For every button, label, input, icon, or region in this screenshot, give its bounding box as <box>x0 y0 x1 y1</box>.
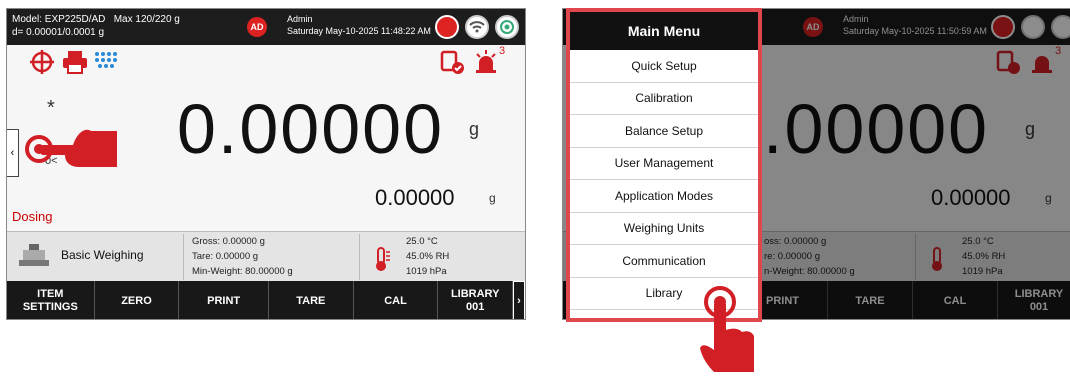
menu-item-quick-setup[interactable]: Quick Setup <box>570 50 758 83</box>
next-page-button[interactable]: › <box>513 281 525 319</box>
model-line: Model: EXP225D/AD Max 120/220 g <box>12 14 180 25</box>
pressure: 1019 hPa <box>406 266 447 277</box>
cal-button[interactable]: CAL <box>354 281 439 319</box>
toolbar-icons: 3 <box>7 45 525 80</box>
menu-item-calibration[interactable]: Calibration <box>570 83 758 115</box>
usb-icon[interactable] <box>435 15 459 39</box>
application-status: Dosing <box>12 209 53 224</box>
balance-icon <box>19 244 49 266</box>
left-panel-toggle[interactable]: ‹ <box>7 129 19 177</box>
menu-item-user-management[interactable]: User Management <box>570 148 758 180</box>
keypad-icon[interactable] <box>93 49 117 78</box>
min-weight: Min-Weight: 80.00000 g <box>192 266 293 277</box>
hand-pointer-icon <box>21 115 121 180</box>
print-button[interactable]: PRINT <box>179 281 269 319</box>
secondary-unit: g <box>489 191 496 205</box>
main-menu: Main Menu Quick Setup Calibration Balanc… <box>566 8 762 322</box>
record-icon-glyph <box>500 20 514 34</box>
mode-label: Basic Weighing <box>61 248 144 262</box>
status-bar: Model: EXP225D/AD Max 120/220 g d= 0.0000… <box>7 9 525 45</box>
record-icon[interactable] <box>495 15 519 39</box>
target-icon[interactable] <box>29 49 55 80</box>
menu-item-weighing-units[interactable]: Weighing Units <box>570 213 758 245</box>
user-info: Admin Saturday May-10-2025 11:48:22 AM <box>287 13 431 37</box>
temperature: 25.0 °C <box>406 236 438 247</box>
application-mode[interactable]: Basic Weighing <box>17 242 144 268</box>
item-settings-button[interactable]: ITEM SETTINGS <box>7 281 95 319</box>
tare-weight: Tare: 0.00000 g <box>192 251 259 262</box>
menu-item-communication[interactable]: Communication <box>570 245 758 278</box>
primary-weight: 0.00000 <box>177 90 445 168</box>
user-name: Admin <box>287 14 313 24</box>
softkey-bar: ITEM SETTINGS ZERO PRINT TARE CAL LIBRAR… <box>7 281 525 319</box>
primary-unit: g <box>469 119 480 139</box>
environment-data: 25.0 °C 45.0% RH 1019 hPa <box>359 234 449 280</box>
menu-item-balance-setup[interactable]: Balance Setup <box>570 115 758 148</box>
gross-weight: Gross: 0.00000 g <box>192 236 265 247</box>
datetime: Saturday May-10-2025 11:48:22 AM <box>287 26 431 36</box>
tare-button[interactable]: TARE <box>269 281 354 319</box>
alarm-count: 3 <box>499 45 506 57</box>
resolution-line: d= 0.00001/0.0001 g <box>12 27 105 38</box>
printer-icon[interactable] <box>61 49 89 80</box>
menu-item-application-modes[interactable]: Application Modes <box>570 180 758 213</box>
clipboard-check-icon[interactable] <box>439 49 465 80</box>
weight-details: Gross: 0.00000 g Tare: 0.00000 g Min-Wei… <box>183 234 293 280</box>
hand-pointer-icon <box>694 280 764 381</box>
humidity: 45.0% RH <box>406 251 450 262</box>
zero-button[interactable]: ZERO <box>95 281 180 319</box>
alarm-icon[interactable] <box>473 49 499 80</box>
wifi-icon-glyph <box>469 21 485 33</box>
info-panel: Basic Weighing Gross: 0.00000 g Tare: 0.… <box>7 231 525 281</box>
wifi-icon[interactable] <box>465 15 489 39</box>
model-info: Model: EXP225D/AD Max 120/220 g d= 0.0000… <box>12 13 180 39</box>
secondary-weight: 0.00000 <box>375 185 455 210</box>
user-avatar[interactable]: AD <box>247 17 267 37</box>
main-menu-title: Main Menu <box>570 12 758 50</box>
library-button[interactable]: LIBRARY 001 <box>438 281 514 319</box>
left-balance-screen: Model: EXP225D/AD Max 120/220 g d= 0.0000… <box>6 8 526 320</box>
